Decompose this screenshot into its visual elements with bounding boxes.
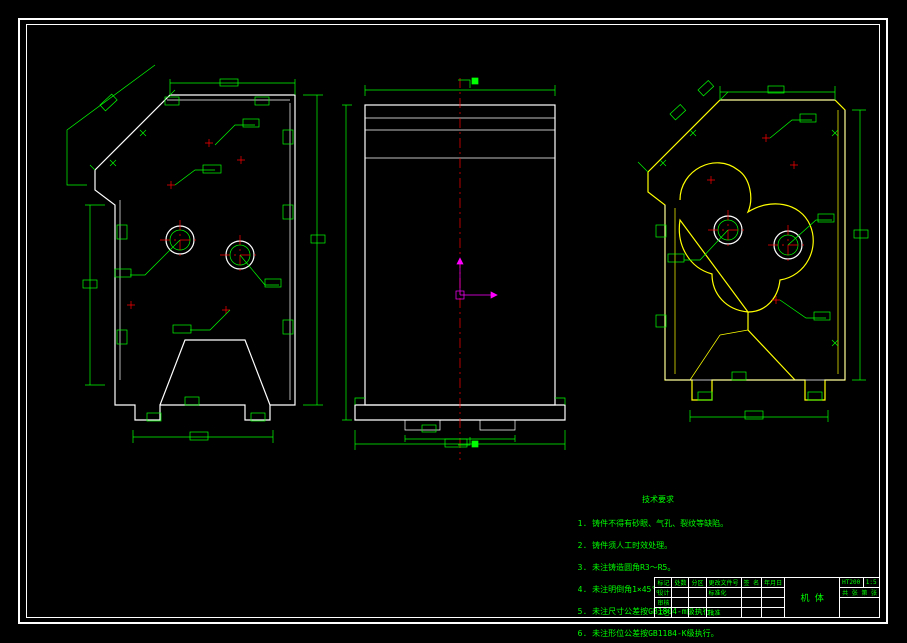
tb-cell	[762, 608, 785, 618]
tb-cell: 年月日	[762, 578, 785, 588]
notes-line: 4. 未注明倒角1×45°。	[578, 585, 665, 594]
tb-cell: 标准化	[706, 588, 741, 598]
tb-cell	[672, 608, 689, 618]
view-front	[67, 65, 325, 443]
tb-cell: 分区	[689, 578, 706, 588]
tb-cell	[689, 608, 706, 618]
notes-title: 技术要求	[598, 494, 718, 505]
tb-cell: HT200	[840, 578, 864, 588]
tb-cell	[689, 588, 706, 598]
tb-cell	[672, 598, 689, 608]
notes-line: 3. 未注铸造圆角R3～R5。	[578, 563, 676, 572]
tb-cell	[741, 608, 762, 618]
tb-cell	[762, 588, 785, 598]
title-block: 标记 处数 分区 更改文件号 签 名 年月日 机 体 HT200 1:5 设计 …	[654, 577, 880, 618]
cad-canvas	[0, 0, 907, 643]
tb-dwgno	[840, 598, 880, 618]
ucs-icon	[456, 258, 497, 299]
tb-cell	[706, 598, 741, 608]
view-side	[342, 78, 565, 460]
notes-line: 6. 未注形位公差按GB1184-K级执行。	[578, 629, 719, 638]
tb-cell: 签 名	[741, 578, 762, 588]
notes-line: 2. 铸件须人工时效处理。	[578, 541, 672, 550]
tb-cell: 处数	[672, 578, 689, 588]
notes-line: 1. 铸件不得有砂眼、气孔、裂纹等缺陷。	[578, 519, 728, 528]
tb-cell: 批准	[706, 608, 741, 618]
tb-cell: 标记	[655, 578, 672, 588]
tb-cell	[741, 588, 762, 598]
tb-cell: 更改文件号	[706, 578, 741, 588]
tb-cell	[741, 598, 762, 608]
tb-cell: 共 张 第 张	[840, 588, 880, 598]
tb-cell	[672, 588, 689, 598]
tb-cell: 1:5	[863, 578, 879, 588]
tb-cell: 审核	[655, 598, 672, 608]
tb-cell	[762, 598, 785, 608]
tb-partname: 机 体	[785, 578, 840, 618]
tb-cell: 工艺	[655, 608, 672, 618]
tb-cell: 设计	[655, 588, 672, 598]
view-section	[638, 80, 868, 422]
tb-cell	[689, 598, 706, 608]
